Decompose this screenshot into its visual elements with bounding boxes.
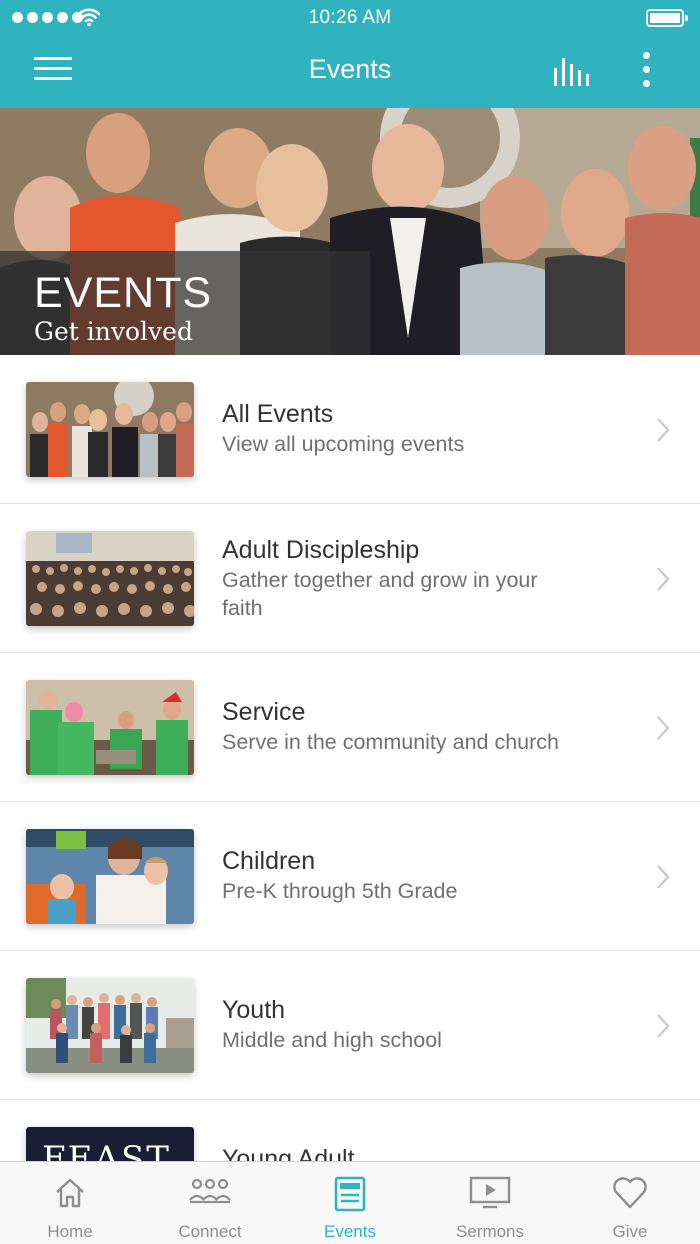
more-options-icon[interactable] <box>636 52 656 92</box>
list-item-title: Youth <box>222 996 286 1024</box>
chevron-right-icon <box>657 418 670 442</box>
chevron-right-icon <box>657 865 670 889</box>
tab-label: Sermons <box>455 1222 525 1241</box>
tab-label: Connect <box>178 1222 242 1241</box>
home-icon <box>56 1178 84 1208</box>
chevron-right-icon <box>657 1014 670 1038</box>
hero-caption: EVENTS Get involved <box>0 251 370 355</box>
tab-label: Events <box>324 1222 376 1241</box>
list-item-subtitle: Gather together and grow in your faith <box>222 568 538 620</box>
events-category-list: All Events View all upcoming events Adul… <box>0 355 700 1161</box>
people-icon <box>189 1178 231 1204</box>
tab-connect[interactable]: Connect <box>140 1162 280 1244</box>
list-item-title: Service <box>222 698 306 726</box>
list-item-text: All Events View all upcoming events <box>222 398 622 458</box>
tab-sermons[interactable]: Sermons <box>420 1162 560 1244</box>
hero-title: EVENTS <box>34 269 213 317</box>
youth-thumbnail <box>26 978 194 1073</box>
top-bar: 10:26 AM Events <box>0 0 700 108</box>
young-adult-thumbnail: FEAST <box>26 1127 194 1161</box>
list-item-title: All Events <box>222 400 334 428</box>
list-item-adult-discipleship[interactable]: Adult Discipleship Gather together and g… <box>0 504 700 653</box>
list-item-subtitle: Pre-K through 5th Grade <box>222 879 458 903</box>
hero-subtitle: Get involved <box>34 317 193 346</box>
status-time: 10:26 AM <box>308 7 392 28</box>
calendar-icon <box>334 1176 366 1212</box>
list-item-subtitle: Middle and high school <box>222 1028 442 1052</box>
audio-bars-icon[interactable] <box>552 56 592 88</box>
list-item-title: Young Adult <box>222 1145 355 1161</box>
feast-logo-text: FEAST <box>42 1139 171 1161</box>
tab-label: Home <box>47 1222 93 1241</box>
video-icon <box>469 1176 511 1209</box>
status-bar: 10:26 AM <box>0 0 700 36</box>
list-item-text: Children Pre-K through 5th Grade <box>222 845 622 905</box>
list-item-text: Youth Middle and high school <box>222 994 622 1054</box>
list-item-young-adult[interactable]: FEAST Young Adult <box>0 1100 700 1161</box>
list-item-text: Adult Discipleship Gather together and g… <box>222 534 622 622</box>
service-thumbnail <box>26 680 194 775</box>
heart-icon <box>613 1177 647 1209</box>
list-item-text: Young Adult <box>222 1143 622 1161</box>
tab-label: Give <box>612 1222 648 1241</box>
battery-icon <box>646 9 688 27</box>
list-item-children[interactable]: Children Pre-K through 5th Grade <box>0 802 700 951</box>
chevron-right-icon <box>657 567 670 591</box>
list-item-youth[interactable]: Youth Middle and high school <box>0 951 700 1100</box>
tab-home[interactable]: Home <box>0 1162 140 1244</box>
all-events-thumbnail <box>26 382 194 477</box>
chevron-right-icon <box>657 716 670 740</box>
list-item-title: Children <box>222 847 316 875</box>
list-item-subtitle: View all upcoming events <box>222 432 465 456</box>
list-item-all-events[interactable]: All Events View all upcoming events <box>0 355 700 504</box>
adult-discipleship-thumbnail <box>26 531 194 626</box>
hero-banner: EVENTS Get involved <box>0 108 700 355</box>
list-item-title: Adult Discipleship <box>222 536 420 564</box>
tab-events[interactable]: Events <box>280 1162 420 1244</box>
list-item-subtitle: Serve in the community and church <box>222 730 559 754</box>
page-title: Events <box>308 54 392 84</box>
nav-bar: Events <box>0 36 700 108</box>
tab-bar: Home Connect Events Sermons Give <box>0 1161 700 1244</box>
list-item-service[interactable]: Service Serve in the community and churc… <box>0 653 700 802</box>
list-item-text: Service Serve in the community and churc… <box>222 696 622 756</box>
children-thumbnail <box>26 829 194 924</box>
tab-give[interactable]: Give <box>560 1162 700 1244</box>
